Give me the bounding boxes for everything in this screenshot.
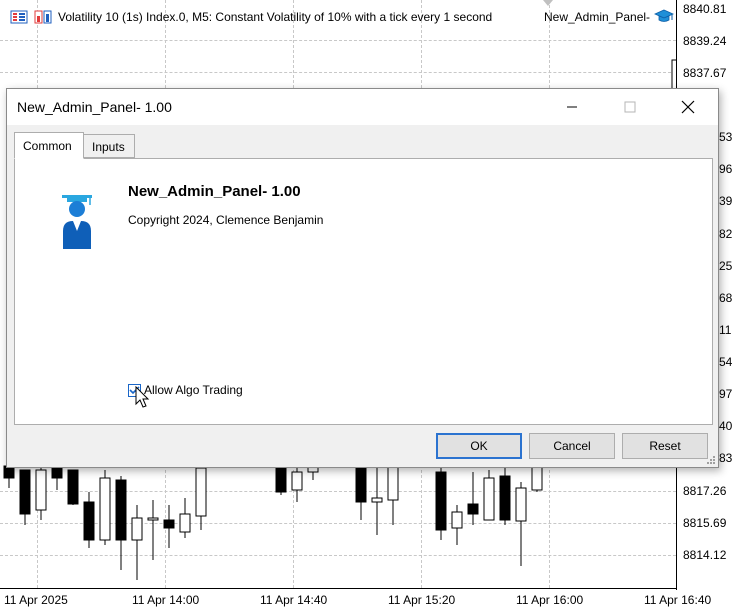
time-tick-label: 11 Apr 16:00 — [516, 593, 584, 607]
maximize-icon — [624, 101, 636, 113]
candle-body — [275, 465, 287, 493]
candle-body — [355, 465, 367, 503]
time-tick-label: 11 Apr 16:40 — [644, 593, 712, 607]
depth-of-market-icon[interactable] — [34, 10, 52, 24]
price-tick-label: 8815.69 — [683, 516, 727, 530]
price-tick-label: 82 — [719, 227, 733, 241]
price-tick-label: 83 — [719, 451, 733, 465]
allow-algo-trading-label: Allow Algo Trading — [144, 383, 243, 397]
reset-button[interactable]: Reset — [622, 433, 708, 459]
price-tick-label: 39 — [719, 194, 733, 208]
resize-grip-icon[interactable] — [706, 455, 716, 465]
close-button[interactable] — [665, 89, 711, 125]
price-tick-label: 8840.81 — [683, 2, 727, 16]
candle-body — [499, 475, 511, 521]
price-tick-label: 97 — [719, 387, 733, 401]
candle-body — [435, 471, 447, 531]
price-tick-label: 8817.26 — [683, 484, 727, 498]
time-axis[interactable]: 11 Apr 2025 11 Apr 14:00 11 Apr 14:40 11… — [0, 588, 711, 613]
graduation-cap-icon[interactable] — [654, 8, 674, 26]
expert-properties-dialog: New_Admin_Panel- 1.00 Common Inputs New_… — [6, 88, 719, 468]
candle-body — [147, 517, 159, 521]
candle-body — [131, 517, 143, 541]
cancel-button[interactable]: Cancel — [529, 433, 615, 459]
candle-body — [515, 487, 527, 522]
app-name: New_Admin_Panel- 1.00 — [128, 183, 301, 200]
time-tick-label: 11 Apr 14:00 — [132, 593, 200, 607]
candle-body — [451, 511, 463, 529]
chart-shift-marker[interactable] — [543, 0, 553, 6]
graduate-avatar-icon — [62, 195, 92, 249]
time-tick-label: 11 Apr 14:40 — [260, 593, 328, 607]
candle-body — [179, 513, 191, 533]
candle-body — [195, 467, 207, 517]
price-tick-label: 96 — [719, 162, 733, 176]
price-tick-label: 8839.24 — [683, 34, 727, 48]
time-tick-label: 11 Apr 15:20 — [388, 593, 456, 607]
candle-body — [371, 497, 383, 503]
candle-body — [35, 469, 47, 511]
dialog-title: New_Admin_Panel- 1.00 — [17, 99, 172, 115]
candle-body — [387, 465, 399, 501]
candle-body — [19, 469, 31, 515]
price-tick-label: 54 — [719, 355, 733, 369]
copyright-text: Copyright 2024, Clemence Benjamin — [128, 213, 324, 227]
candle-body — [467, 503, 479, 515]
price-tick-label: 40 — [719, 419, 733, 433]
ok-button[interactable]: OK — [436, 433, 522, 459]
candle-body — [67, 469, 79, 505]
dialog-titlebar[interactable]: New_Admin_Panel- 1.00 — [7, 89, 718, 125]
tab-common[interactable]: Common — [14, 132, 84, 159]
close-icon — [681, 100, 695, 114]
candle-body — [531, 465, 543, 491]
price-tick-label: 68 — [719, 291, 733, 305]
price-tick-label: 8814.12 — [683, 548, 727, 562]
price-tick-label: 25 — [719, 259, 733, 273]
candle-body — [483, 477, 495, 521]
trade-list-icon[interactable] — [10, 10, 28, 24]
tab-inputs[interactable]: Inputs — [83, 134, 135, 158]
candle-body — [83, 501, 95, 541]
maximize-button — [607, 89, 653, 125]
expert-name-label: New_Admin_Panel- — [544, 10, 651, 24]
chart-header: Volatility 10 (1s) Index.0, M5: Constant… — [10, 8, 492, 26]
candle-body — [99, 477, 111, 541]
common-tab-panel: New_Admin_Panel- 1.00 Copyright 2024, Cl… — [14, 158, 713, 425]
minimize-button[interactable] — [549, 89, 595, 125]
candle-body — [115, 479, 127, 541]
price-tick-label: 11 — [719, 323, 732, 337]
minimize-icon — [567, 106, 577, 108]
price-tick-label: 53 — [719, 130, 733, 144]
mouse-cursor-icon — [135, 386, 150, 408]
chart-symbol-text: Volatility 10 (1s) Index.0, M5: Constant… — [58, 10, 493, 24]
candle-body — [163, 519, 175, 529]
price-tick-label: 8837.67 — [683, 66, 727, 80]
candle-body — [291, 471, 303, 491]
time-tick-label: 11 Apr 2025 — [4, 593, 68, 607]
